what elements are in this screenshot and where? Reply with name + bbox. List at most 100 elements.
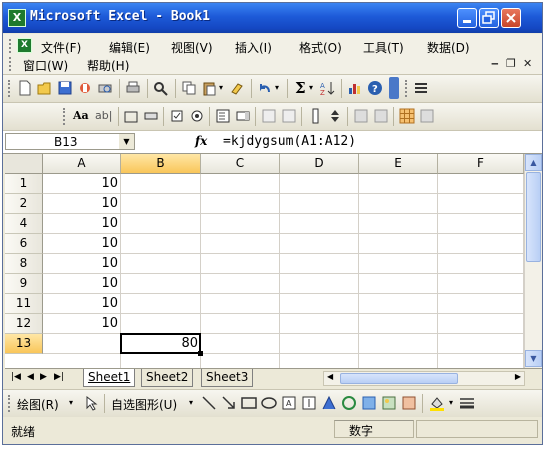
horizontal-scrollbar[interactable]: ◀ ▶ bbox=[323, 371, 525, 386]
autoshapes-menu-button[interactable]: 自选图形(U) bbox=[111, 396, 177, 413]
horizontal-scroll-thumb[interactable] bbox=[340, 373, 458, 384]
autosum-dropdown-icon[interactable]: ▾ bbox=[309, 83, 313, 92]
close-button[interactable] bbox=[501, 8, 521, 28]
fill-color-icon[interactable] bbox=[429, 395, 445, 411]
group-box-icon[interactable] bbox=[123, 108, 139, 124]
edit-box-icon[interactable]: ab| bbox=[95, 109, 112, 122]
menu-data[interactable]: 数据(D) bbox=[427, 39, 470, 56]
worksheet-grid[interactable]: A B C D E F 1 10 2 10 4 10 6 10 8 10 9 10 11 10 12 10 13 80 bbox=[5, 154, 524, 368]
cell-b12[interactable] bbox=[121, 314, 201, 334]
cell-a8[interactable]: 10 bbox=[43, 254, 121, 274]
cell-a12[interactable]: 10 bbox=[43, 314, 121, 334]
tab-sheet1[interactable]: Sheet1 bbox=[83, 369, 136, 387]
chart-wizard-icon[interactable] bbox=[347, 80, 363, 96]
row-header-12[interactable]: 12 bbox=[5, 314, 43, 334]
tab-sheet2[interactable]: Sheet2 bbox=[141, 369, 194, 387]
menu-grip-2[interactable] bbox=[9, 57, 14, 71]
forms-toolbar-grip[interactable] bbox=[63, 108, 67, 125]
open-folder-icon[interactable] bbox=[37, 80, 53, 96]
minimize-button[interactable] bbox=[457, 8, 477, 28]
fill-color-dropdown-icon[interactable]: ▾ bbox=[449, 398, 453, 407]
copy-icon[interactable] bbox=[181, 80, 197, 96]
row-header-13[interactable]: 13 bbox=[5, 334, 43, 354]
align-icon[interactable] bbox=[413, 80, 429, 96]
clip-art-icon[interactable] bbox=[361, 395, 377, 411]
cell-b9[interactable] bbox=[121, 274, 201, 294]
cell-a6[interactable]: 10 bbox=[43, 234, 121, 254]
menu-edit[interactable]: 编辑(E) bbox=[109, 39, 150, 56]
cell-a2[interactable]: 10 bbox=[43, 194, 121, 214]
menu-format[interactable]: 格式(O) bbox=[299, 39, 342, 56]
spinner-control-icon[interactable] bbox=[327, 108, 343, 124]
scroll-down-icon[interactable]: ▼ bbox=[525, 350, 542, 367]
save-icon[interactable] bbox=[57, 80, 73, 96]
help-icon[interactable]: ? bbox=[367, 80, 383, 96]
toolbar-grip[interactable] bbox=[8, 80, 12, 97]
next-sheet-icon[interactable]: ▶ bbox=[40, 372, 47, 382]
combo-list-edit-icon[interactable] bbox=[261, 108, 277, 124]
line-icon[interactable] bbox=[201, 395, 217, 411]
menu-grip[interactable] bbox=[9, 39, 14, 53]
row-header-2[interactable]: 2 bbox=[5, 194, 43, 214]
control-properties-icon[interactable] bbox=[353, 108, 369, 124]
cell-a11[interactable]: 10 bbox=[43, 294, 121, 314]
cell-b1[interactable] bbox=[121, 174, 201, 194]
list-box-icon[interactable] bbox=[215, 108, 231, 124]
combo-box-icon[interactable] bbox=[235, 108, 251, 124]
row-header-8[interactable]: 8 bbox=[5, 254, 43, 274]
column-header-e[interactable]: E bbox=[359, 154, 438, 174]
row-header-1[interactable]: 1 bbox=[5, 174, 43, 194]
picture-icon[interactable] bbox=[401, 395, 417, 411]
cell-b2[interactable] bbox=[121, 194, 201, 214]
fill-handle[interactable] bbox=[198, 351, 203, 356]
scroll-left-icon[interactable]: ◀ bbox=[327, 372, 333, 381]
cell-b8[interactable] bbox=[121, 254, 201, 274]
edit-code-icon[interactable] bbox=[373, 108, 389, 124]
select-all-corner[interactable] bbox=[5, 154, 43, 174]
tab-sheet3[interactable]: Sheet3 bbox=[201, 369, 254, 387]
scroll-bar-control-icon[interactable] bbox=[307, 108, 323, 124]
cell-b4[interactable] bbox=[121, 214, 201, 234]
scroll-right-icon[interactable]: ▶ bbox=[515, 372, 521, 381]
last-sheet-icon[interactable]: ▶| bbox=[54, 372, 64, 382]
undo-dropdown-icon[interactable]: ▾ bbox=[275, 83, 279, 92]
column-header-a[interactable]: A bbox=[43, 154, 121, 174]
print-icon[interactable] bbox=[125, 80, 141, 96]
cell-a1[interactable]: 10 bbox=[43, 174, 121, 194]
oval-icon[interactable] bbox=[261, 395, 277, 411]
sort-ascending-icon[interactable]: AZ bbox=[319, 80, 335, 96]
menu-tools[interactable]: 工具(T) bbox=[363, 39, 404, 56]
doc-minimize-button[interactable]: ‒ bbox=[491, 57, 499, 70]
title-bar[interactable]: X Microsoft Excel - Book1 bbox=[3, 3, 542, 33]
first-sheet-icon[interactable]: |◀ bbox=[11, 372, 21, 382]
checkbox-control-icon[interactable] bbox=[169, 108, 185, 124]
undo-icon[interactable] bbox=[257, 80, 273, 96]
print-preview-icon[interactable] bbox=[97, 80, 113, 96]
row-header-6[interactable]: 6 bbox=[5, 234, 43, 254]
prev-sheet-icon[interactable]: ◀ bbox=[27, 372, 34, 382]
maximize-button[interactable] bbox=[479, 8, 499, 28]
cell-b11[interactable] bbox=[121, 294, 201, 314]
run-dialog-icon[interactable] bbox=[419, 108, 435, 124]
document-icon[interactable]: X bbox=[17, 38, 32, 53]
format-painter-icon[interactable] bbox=[229, 80, 245, 96]
autoshapes-dropdown-icon[interactable]: ▾ bbox=[189, 398, 193, 407]
paste-icon[interactable] bbox=[201, 80, 217, 96]
row-header-9[interactable]: 9 bbox=[5, 274, 43, 294]
menu-view[interactable]: 视图(V) bbox=[171, 39, 213, 56]
combo-dropdown-edit-icon[interactable] bbox=[281, 108, 297, 124]
research-icon[interactable] bbox=[153, 80, 169, 96]
toolbar-grip-2[interactable] bbox=[405, 80, 409, 97]
line-style-icon[interactable] bbox=[459, 395, 475, 411]
menu-file[interactable]: 文件(F) bbox=[41, 39, 81, 56]
rectangle-icon[interactable] bbox=[241, 395, 257, 411]
permission-icon[interactable] bbox=[77, 80, 93, 96]
cell-b6[interactable] bbox=[121, 234, 201, 254]
draw-menu-button[interactable]: 绘图(R) bbox=[17, 396, 59, 413]
cell-a4[interactable]: 10 bbox=[43, 214, 121, 234]
option-button-icon[interactable] bbox=[189, 108, 205, 124]
wordart-icon[interactable] bbox=[321, 395, 337, 411]
new-document-icon[interactable] bbox=[17, 80, 33, 96]
doc-restore-button[interactable]: ❐ bbox=[506, 57, 516, 70]
draw-dropdown-icon[interactable]: ▾ bbox=[69, 398, 73, 407]
